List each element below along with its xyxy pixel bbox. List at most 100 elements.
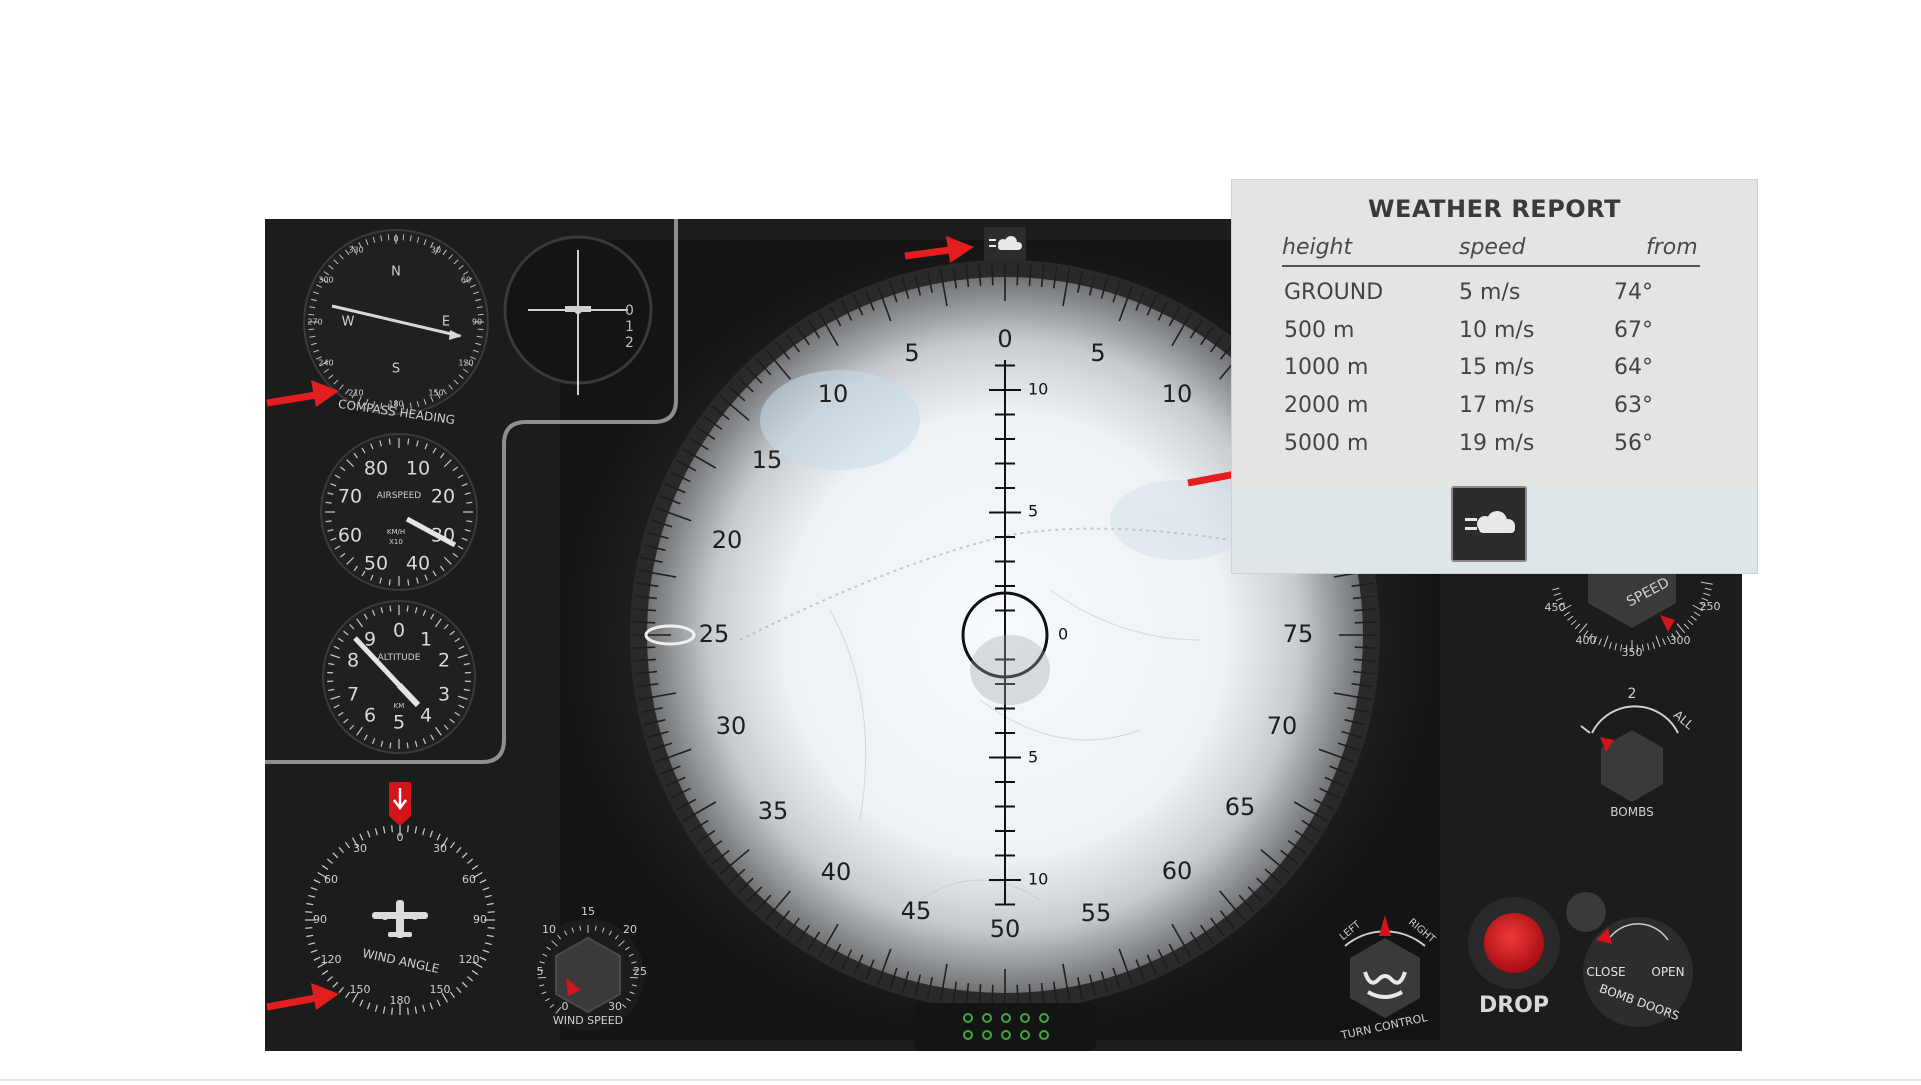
speed-300: 300	[1670, 634, 1691, 647]
tick-mark	[478, 329, 484, 330]
wind-angle-90r: 90	[473, 913, 487, 926]
weather-cloud-large-icon	[1453, 488, 1525, 560]
bomb-doors-open[interactable]: OPEN	[1651, 965, 1684, 979]
speed-250: 250	[1700, 600, 1721, 613]
sight-number-10-right: 10	[1162, 380, 1193, 408]
weather-row-4-from: 56°	[1614, 431, 1653, 456]
sight-number-10: 10	[818, 380, 849, 408]
compass-tick-240: 240	[318, 359, 333, 368]
altitude-5: 5	[393, 712, 405, 734]
sight-number-40: 40	[821, 858, 852, 886]
airspeed-face	[321, 434, 477, 590]
weather-row-4-speed: 19 m/s	[1459, 431, 1534, 456]
wind-angle-60l: 60	[324, 873, 338, 886]
wind-angle-180: 180	[390, 994, 411, 1007]
sight-number-35: 35	[758, 797, 789, 825]
indicator-lights-panel	[914, 1003, 1096, 1051]
compass-tick-0: 0	[393, 235, 398, 244]
compass-tick-60: 60	[461, 276, 471, 285]
wind-speed-10: 10	[542, 923, 556, 936]
tick-mark	[408, 439, 409, 445]
sight-number-50: 50	[990, 915, 1021, 943]
weather-row-2-from: 64°	[1614, 355, 1653, 380]
weather-header-rule	[1282, 265, 1700, 267]
bombs-mark-2: 2	[1628, 686, 1637, 702]
tick-mark	[488, 928, 495, 929]
compass-tick-210: 210	[348, 389, 363, 398]
tick-mark	[408, 825, 409, 832]
bombs-label: BOMBS	[1610, 805, 1653, 819]
wind-speed-30: 30	[608, 1000, 622, 1013]
wind-speed-knob[interactable]: 0 5 10 15 20 25 30 WIND SPEED	[532, 905, 647, 1031]
airspeed-80: 80	[364, 458, 388, 480]
weather-row-3-from: 63°	[1614, 393, 1653, 418]
weather-report-button[interactable]	[1451, 486, 1527, 562]
compass-tick-30: 30	[431, 246, 441, 255]
compass-n: N	[391, 265, 401, 280]
airspeed-gauge: 10 20 30 40 50 60 70 80 AIRSPEED KM/H X1…	[321, 434, 477, 590]
speed-350: 350	[1622, 646, 1643, 659]
weather-header-speed: speed	[1459, 235, 1525, 260]
compass-tick-150: 150	[428, 389, 443, 398]
tick-mark	[389, 579, 390, 585]
sight-shadow	[970, 635, 1050, 705]
scale-label-10-bottom: 10	[1028, 870, 1048, 889]
weather-row-1-speed: 10 m/s	[1459, 318, 1534, 343]
wind-angle-150r: 150	[430, 983, 451, 996]
bomb-doors-close[interactable]: CLOSE	[1586, 965, 1625, 979]
altitude-3: 3	[438, 684, 450, 706]
weather-row-1-height: 500 m	[1284, 318, 1354, 343]
drop-button[interactable]	[1468, 897, 1560, 989]
airspeed-label: AIRSPEED	[377, 491, 422, 501]
wind-angle-0: 0	[397, 831, 404, 844]
tick-mark	[1355, 622, 1377, 623]
tick-mark	[478, 314, 484, 315]
scale-label-5-top: 5	[1028, 502, 1038, 521]
tick-mark	[408, 1008, 409, 1015]
altitude-0: 0	[393, 620, 405, 642]
airspeed-multiplier: X10	[389, 538, 403, 546]
altitude-1: 1	[420, 629, 432, 651]
tick-mark	[992, 263, 993, 285]
compass-w: W	[342, 315, 355, 330]
weather-row-0-from: 74°	[1614, 280, 1653, 305]
attitude-mark-0: 0	[625, 303, 634, 319]
airspeed-40: 40	[406, 553, 430, 575]
weather-row-0-speed: 5 m/s	[1459, 280, 1520, 305]
tick-mark	[389, 439, 390, 445]
sight-number-25: 25	[699, 620, 730, 648]
drop-label[interactable]: DROP	[1478, 993, 1550, 1018]
sight-number-70: 70	[1267, 712, 1298, 740]
tick-mark	[466, 502, 472, 503]
sight-number-55: 55	[1081, 899, 1112, 927]
airspeed-60: 60	[338, 525, 362, 547]
weather-row-2-speed: 15 m/s	[1459, 355, 1534, 380]
wind-speed-20: 20	[623, 923, 637, 936]
compass-tick-90: 90	[472, 318, 482, 327]
tick-mark	[392, 825, 393, 832]
altitude-unit: KM	[394, 702, 405, 710]
sight-number-30: 30	[716, 712, 747, 740]
wind-angle-30r: 30	[433, 842, 447, 855]
tick-mark	[407, 742, 408, 748]
weather-row-1-from: 67°	[1614, 318, 1653, 343]
weather-row-0-height: GROUND	[1284, 280, 1383, 305]
tick-mark	[633, 622, 655, 623]
sight-number-5: 5	[904, 339, 919, 367]
drop-button-core[interactable]	[1484, 913, 1544, 973]
tick-mark	[408, 579, 409, 585]
tick-mark	[305, 928, 312, 929]
compass-tick-270: 270	[307, 318, 322, 327]
altitude-label: ALTITUDE	[378, 653, 421, 663]
altitude-gauge: 0 1 2 3 4 5 6 7 8 9 ALTITUDE KM	[323, 601, 475, 753]
wind-speed-25: 25	[633, 965, 647, 978]
sight-number-45: 45	[901, 897, 932, 925]
scale-label-5-bottom: 5	[1028, 748, 1038, 767]
scale-center-label: 0	[1058, 625, 1068, 644]
tick-mark	[633, 647, 655, 648]
tick-mark	[390, 606, 391, 612]
wind-speed-0: 0	[562, 1000, 569, 1013]
attitude-mark-2: 2	[625, 335, 634, 351]
weather-report-title: WEATHER REPORT	[1232, 195, 1757, 223]
wind-speed-5: 5	[537, 965, 544, 978]
